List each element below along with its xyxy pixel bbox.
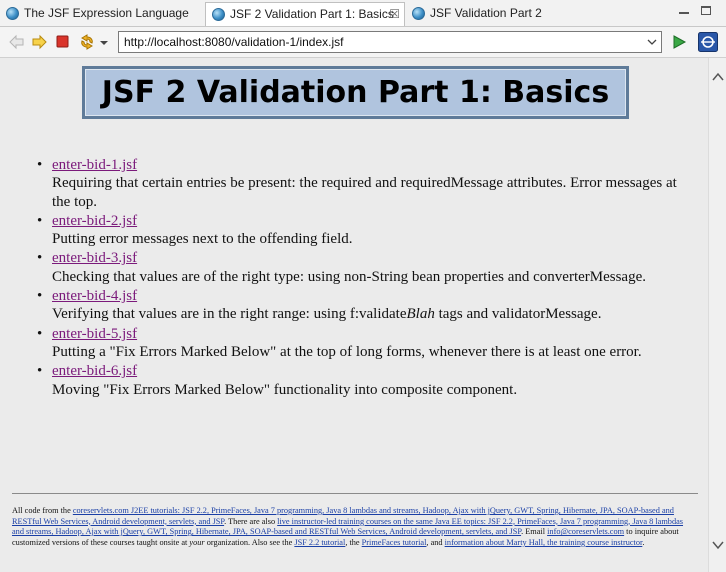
bullet: • [37, 325, 43, 342]
maximize-button[interactable] [698, 3, 714, 19]
globe-icon [212, 8, 225, 21]
vertical-scrollbar[interactable] [708, 58, 726, 572]
scroll-up-icon[interactable] [712, 72, 724, 82]
back-icon[interactable] [8, 33, 26, 51]
bullet: • [37, 157, 43, 173]
list-item: • enter-bid-2.jsf Putting error messages… [35, 212, 695, 249]
page-title: JSF 2 Validation Part 1: Basics [101, 75, 610, 110]
desc-part: tags and validatorMessage. [434, 306, 602, 323]
link-enter-bid-4[interactable]: enter-bid-4.jsf [52, 288, 137, 304]
tab-validation-part-1[interactable]: JSF 2 Validation Part 1: Basics ☒ [205, 2, 405, 26]
chevron-down-icon[interactable] [99, 33, 109, 51]
tab-validation-part-2[interactable]: JSF Validation Part 2 [406, 2, 556, 26]
footer-text: , the [345, 537, 362, 547]
footer-text: . There are also [224, 516, 278, 526]
browser-icon[interactable] [698, 32, 718, 52]
footer-text: . [642, 537, 645, 547]
url-dropdown-icon[interactable] [646, 34, 658, 53]
footer-link-marty-hall[interactable]: information about Marty Hall, the traini… [445, 538, 643, 547]
bullet: • [37, 250, 43, 267]
scroll-down-icon[interactable] [712, 540, 724, 550]
page-content: JSF 2 Validation Part 1: Basics • enter-… [0, 58, 708, 572]
tab-label: The JSF Expression Language [24, 6, 189, 20]
link-enter-bid-2[interactable]: enter-bid-2.jsf [52, 213, 137, 229]
list-item: • enter-bid-5.jsf Putting a "Fix Errors … [35, 325, 695, 362]
footer-divider [12, 493, 698, 494]
footer-text: organization. Also see the [204, 537, 295, 547]
tab-label: JSF Validation Part 2 [430, 6, 542, 20]
list-item: • enter-bid-4.jsf Verifying that values … [35, 287, 695, 324]
tab-bar: The JSF Expression Language JSF 2 Valida… [0, 0, 726, 27]
item-description: Requiring that certain entries be presen… [52, 175, 677, 210]
topic-list: • enter-bid-1.jsf Requiring that certain… [35, 156, 695, 400]
minimize-icon [679, 12, 689, 14]
footer-link-email[interactable]: info@coreservlets.com [547, 527, 624, 536]
link-enter-bid-6[interactable]: enter-bid-6.jsf [52, 363, 137, 379]
globe-icon [6, 7, 19, 20]
minimize-button[interactable] [676, 3, 692, 19]
desc-emphasis: Blah [406, 306, 435, 323]
bullet: • [37, 212, 43, 229]
list-item: • enter-bid-1.jsf Requiring that certain… [35, 156, 695, 211]
forward-icon[interactable] [30, 33, 48, 51]
footer-emphasis: your [189, 537, 205, 547]
link-enter-bid-1[interactable]: enter-bid-1.jsf [52, 157, 137, 173]
window-buttons [676, 3, 716, 21]
list-item: • enter-bid-6.jsf Moving "Fix Errors Mar… [35, 362, 695, 399]
footer-text: All code from the [12, 506, 73, 515]
refresh-icon[interactable] [78, 33, 96, 51]
link-enter-bid-3[interactable]: enter-bid-3.jsf [52, 250, 137, 266]
globe-icon [412, 7, 425, 20]
link-enter-bid-5[interactable]: enter-bid-5.jsf [52, 326, 137, 342]
item-description: Putting error messages next to the offen… [52, 231, 353, 248]
maximize-icon [701, 6, 711, 15]
url-field[interactable]: http://localhost:8080/validation-1/index… [118, 31, 662, 53]
item-description: Putting a "Fix Errors Marked Below" at t… [52, 343, 642, 360]
browser-toolbar: http://localhost:8080/validation-1/index… [0, 27, 726, 58]
bullet: • [37, 288, 43, 305]
page-footer: All code from the coreservlets.com J2EE … [12, 506, 696, 548]
footer-link-primefaces-tutorial[interactable]: PrimeFaces tutorial [362, 538, 427, 547]
list-item: • enter-bid-3.jsf Checking that values a… [35, 249, 695, 286]
close-icon[interactable]: ☒ [389, 3, 400, 25]
item-description: Verifying that values are in the right r… [52, 305, 695, 323]
footer-text: . Email [521, 527, 548, 537]
bullet: • [37, 363, 43, 380]
desc-part: Verifying that values are in the right r… [52, 306, 407, 323]
footer-text: , and [426, 537, 445, 547]
tab-label: JSF 2 Validation Part 1: Basics [230, 7, 394, 21]
tab-jsf-expression-language[interactable]: The JSF Expression Language [0, 2, 205, 26]
footer-link-jsf-tutorial[interactable]: JSF 2.2 tutorial [294, 538, 345, 547]
url-text[interactable]: http://localhost:8080/validation-1/index… [124, 35, 343, 49]
item-description: Moving "Fix Errors Marked Below" functio… [52, 381, 518, 398]
go-icon[interactable] [670, 33, 688, 51]
page-title-box: JSF 2 Validation Part 1: Basics [82, 66, 629, 119]
stop-icon[interactable] [54, 33, 72, 51]
item-description: Checking that values are of the right ty… [52, 268, 646, 285]
